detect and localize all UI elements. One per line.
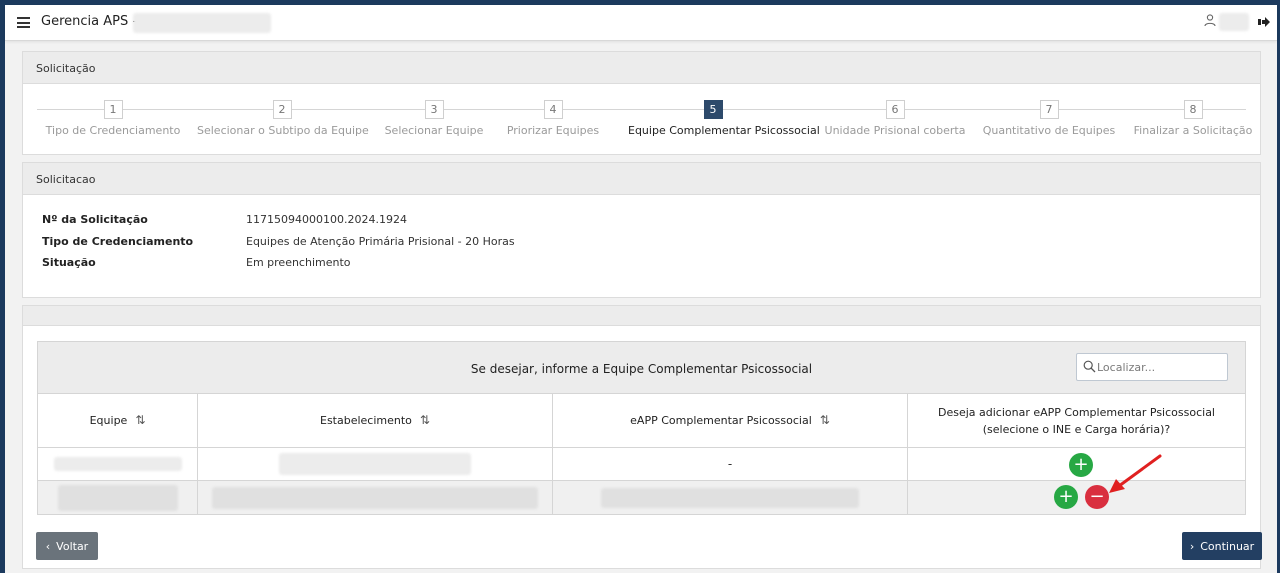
step-number: 4 (543, 100, 563, 119)
add-eapp-button[interactable]: + (1069, 453, 1093, 477)
annotation-arrow (1109, 454, 1162, 493)
step-4[interactable]: 4 Priorizar Equipes (468, 100, 638, 137)
info-panel: Solicitacao Nº da Solicitação 1171509400… (22, 162, 1261, 298)
app-title: Gerencia APS - (41, 14, 138, 29)
continue-button[interactable]: › Continuar (1182, 532, 1262, 560)
logout-icon[interactable] (1257, 15, 1271, 29)
table-panel-header (23, 306, 1260, 326)
column-label: eAPP Complementar Psicossocial (630, 414, 812, 427)
search-box[interactable] (1076, 353, 1228, 381)
table-caption-text: Se desejar, informe a Equipe Complementa… (470, 362, 813, 376)
cell-estabelecimento (198, 481, 553, 514)
info-value: Em preenchimento (246, 256, 351, 269)
column-header-equipe[interactable]: Equipe ⇅ (38, 394, 198, 447)
column-header-add-eapp: Deseja adicionar eAPP Complementar Psico… (908, 394, 1245, 447)
step-6[interactable]: 6 Unidade Prisional coberta (810, 100, 980, 137)
chevron-right-icon: › (1189, 539, 1195, 553)
column-label: Estabelecimento (320, 414, 412, 427)
steps-panel: Solicitação 1 Tipo de Credenciamento 2 S… (22, 51, 1261, 155)
table-row: + − (38, 481, 1245, 514)
menu-icon[interactable] (17, 17, 30, 28)
info-list: Nº da Solicitação 11715094000100.2024.19… (23, 195, 1260, 278)
column-header-estabelecimento[interactable]: Estabelecimento ⇅ (198, 394, 553, 447)
cell-value: - (727, 457, 733, 471)
back-button-label: Voltar (56, 539, 89, 553)
info-value: Equipes de Atenção Primária Prisional - … (246, 234, 515, 248)
sort-icon[interactable]: ⇅ (420, 412, 430, 429)
step-label: Tipo de Credenciamento (45, 124, 181, 137)
cell-actions: + − (908, 481, 1245, 514)
redacted-user-name (1219, 13, 1249, 31)
redacted-text (601, 487, 859, 508)
info-label: Tipo de Credenciamento (42, 234, 194, 248)
table-panel: Se desejar, informe a Equipe Complementa… (22, 305, 1261, 569)
step-2[interactable]: 2 Selecionar o Subtipo da Equipe (197, 100, 369, 137)
chevron-left-icon: ‹ (45, 539, 51, 553)
table-caption: Se desejar, informe a Equipe Complementa… (38, 342, 1245, 394)
info-label: Situação (42, 256, 96, 269)
sort-icon[interactable]: ⇅ (135, 412, 145, 429)
cell-eapp: - (553, 448, 908, 480)
step-number: 2 (272, 100, 292, 119)
steps-panel-header: Solicitação (23, 52, 1260, 84)
cell-equipe (38, 448, 198, 480)
table-header: Equipe ⇅ Estabelecimento ⇅ eAPP Compleme… (38, 394, 1245, 448)
info-row: Situação Em preenchimento (42, 256, 1260, 278)
add-eapp-button[interactable]: + (1054, 485, 1078, 509)
step-number: 7 (1039, 100, 1059, 119)
column-label: Deseja adicionar eAPP Complementar Psico… (938, 405, 1215, 436)
step-1[interactable]: 1 Tipo de Credenciamento (28, 100, 198, 137)
redacted-text (212, 486, 538, 509)
cell-equipe (38, 481, 198, 514)
sort-icon[interactable]: ⇅ (820, 412, 830, 429)
step-label: Unidade Prisional coberta (824, 124, 966, 137)
user-icon[interactable] (1203, 13, 1217, 27)
column-header-eapp[interactable]: eAPP Complementar Psicossocial ⇅ (553, 394, 908, 447)
step-number: 8 (1183, 100, 1203, 119)
info-label: Nº da Solicitação (42, 213, 148, 226)
step-number: 1 (103, 100, 123, 119)
back-button[interactable]: ‹ Voltar (36, 532, 98, 560)
search-input[interactable] (1097, 357, 1222, 377)
info-value: 11715094000100.2024.1924 (246, 213, 407, 226)
redacted-text (279, 453, 471, 475)
info-row: Tipo de Credenciamento Equipes de Atençã… (42, 235, 1260, 257)
search-icon (1083, 360, 1096, 373)
data-table: Se desejar, informe a Equipe Complementa… (37, 341, 1246, 515)
info-panel-header: Solicitacao (23, 163, 1260, 195)
column-label: Equipe (89, 414, 128, 427)
step-label: Equipe Complementar Psicossocial (628, 124, 820, 137)
step-number: 6 (885, 100, 905, 119)
step-label: Selecionar o Subtipo da Equipe (197, 124, 369, 137)
stepper: 1 Tipo de Credenciamento 2 Selecionar o … (23, 84, 1260, 154)
redacted-text (57, 484, 178, 511)
cell-actions: + (908, 448, 1245, 480)
step-8[interactable]: 8 Finalizar a Solicitação (1108, 100, 1278, 137)
step-5[interactable]: 5 Equipe Complementar Psicossocial (628, 100, 820, 137)
cell-estabelecimento (198, 448, 553, 480)
continue-button-label: Continuar (1200, 539, 1255, 553)
top-bar: Gerencia APS - (5, 5, 1277, 41)
step-number: 3 (424, 100, 444, 119)
info-row: Nº da Solicitação 11715094000100.2024.19… (42, 213, 1260, 235)
step-number: 5 (703, 100, 723, 119)
step-label: Priorizar Equipes (506, 124, 600, 137)
step-label: Finalizar a Solicitação (1133, 124, 1253, 137)
app-frame: Gerencia APS - Solicitação 1 Tipo de Cre… (5, 5, 1277, 573)
redacted-text (53, 457, 182, 471)
table-row: - + (38, 448, 1245, 481)
redacted-app-subtitle (133, 13, 271, 33)
cell-eapp (553, 481, 908, 514)
